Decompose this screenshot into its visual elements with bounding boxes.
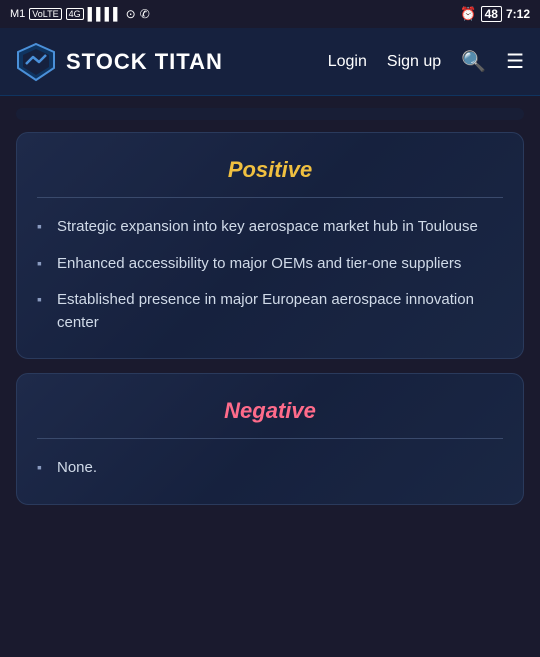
- negative-card: Negative None.: [16, 373, 524, 505]
- positive-divider: [37, 197, 503, 198]
- menu-icon[interactable]: ☰: [506, 49, 524, 74]
- list-item: Established presence in major European a…: [37, 289, 503, 334]
- navbar: STOCK TITAN Login Sign up 🔍 ☰: [0, 28, 540, 96]
- positive-title: Positive: [37, 157, 503, 183]
- carrier-label: M1: [10, 8, 25, 20]
- status-right: ⏰ 48 7:12: [460, 6, 530, 22]
- alarm-icon: ⏰: [460, 6, 476, 22]
- logo-icon: [16, 42, 56, 82]
- positive-bullet-list: Strategic expansion into key aerospace m…: [37, 216, 503, 334]
- wifi-icon: ⊙: [126, 7, 136, 21]
- positive-card: Positive Strategic expansion into key ae…: [16, 132, 524, 359]
- logo-text: STOCK TITAN: [66, 49, 223, 75]
- list-item: Strategic expansion into key aerospace m…: [37, 216, 503, 239]
- network-badge: 4G: [66, 8, 84, 20]
- list-item: None.: [37, 457, 503, 480]
- negative-divider: [37, 438, 503, 439]
- nav-links: Login Sign up 🔍 ☰: [328, 49, 524, 74]
- battery-icon: 48: [481, 6, 502, 22]
- status-bar: M1 VoLTE 4G ▌▌▌▌ ⊙ ✆ ⏰ 48 7:12: [0, 0, 540, 28]
- time-label: 7:12: [506, 7, 530, 21]
- login-button[interactable]: Login: [328, 53, 367, 71]
- signup-button[interactable]: Sign up: [387, 53, 441, 71]
- logo-container: STOCK TITAN: [16, 42, 328, 82]
- negative-bullet-list: None.: [37, 457, 503, 480]
- list-item: Enhanced accessibility to major OEMs and…: [37, 253, 503, 276]
- search-icon[interactable]: 🔍: [461, 49, 486, 74]
- negative-title: Negative: [37, 398, 503, 424]
- status-left: M1 VoLTE 4G ▌▌▌▌ ⊙ ✆: [10, 7, 150, 21]
- msg-icon: ✆: [140, 7, 150, 21]
- signal-icon: ▌▌▌▌: [88, 7, 122, 21]
- tab-area: [16, 108, 524, 120]
- content-area: Positive Strategic expansion into key ae…: [0, 96, 540, 657]
- volte-badge: VoLTE: [29, 8, 61, 20]
